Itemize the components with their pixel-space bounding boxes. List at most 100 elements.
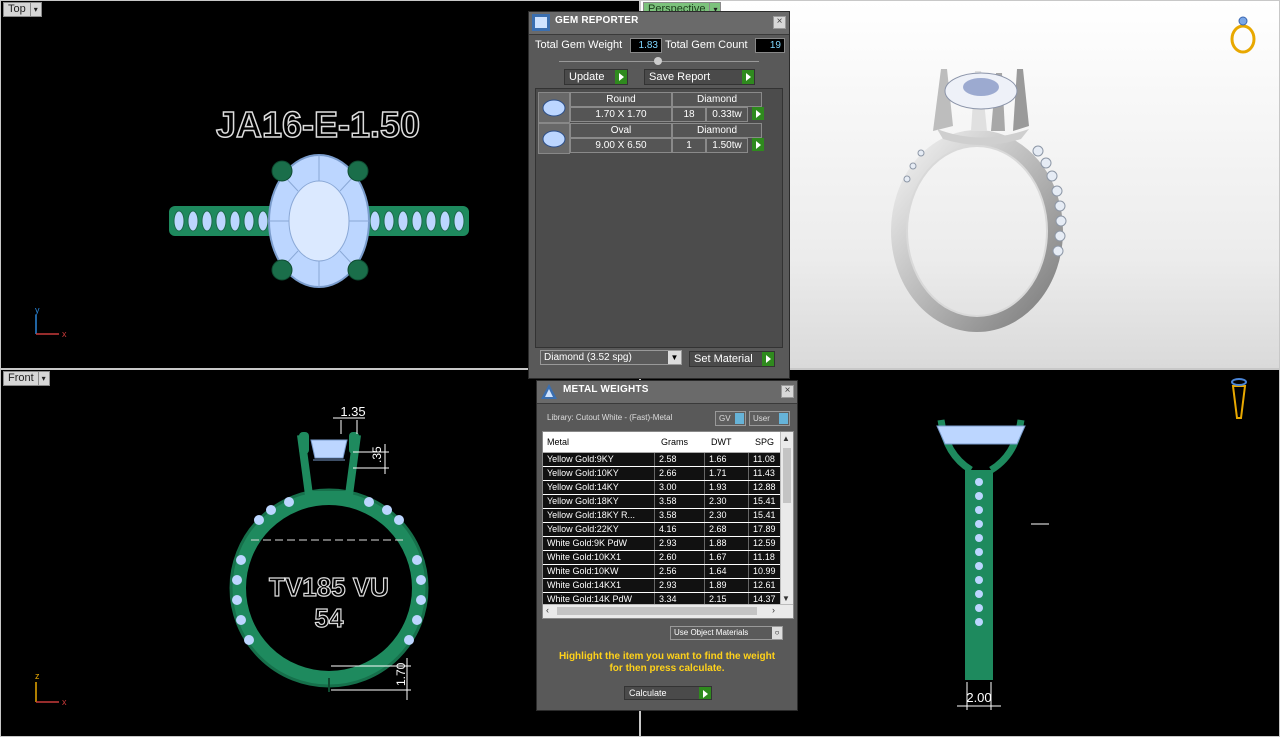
gem-reporter-panel[interactable]: GEM REPORTER × Total Gem Weight 1.83 Tot… <box>528 11 790 379</box>
scroll-right-icon[interactable]: › <box>772 605 775 615</box>
table-row[interactable]: Yellow Gold:18KY R... 3.58 2.30 15.41 <box>543 509 789 522</box>
column-header-grams[interactable]: Grams <box>661 432 688 452</box>
axis-y-label: y <box>35 305 40 315</box>
splitter-handle[interactable] <box>654 57 662 65</box>
close-icon[interactable]: × <box>781 385 794 398</box>
metal-weights-titlebar[interactable]: METAL WEIGHTS × <box>537 381 797 404</box>
play-icon <box>699 687 711 699</box>
metal-table-header: Metal Grams DWT SPG <box>543 432 781 453</box>
table-row[interactable]: Yellow Gold:9KY 2.58 1.66 11.08 <box>543 453 789 466</box>
table-row[interactable]: White Gold:10KW 2.56 1.64 10.99 <box>543 565 789 578</box>
metal-name: Yellow Gold:10KY <box>543 467 655 480</box>
metal-name: White Gold:10KW <box>543 565 655 578</box>
user-toggle-label: User <box>753 414 770 423</box>
chevron-down-icon[interactable]: ▼ <box>668 351 681 364</box>
play-icon[interactable] <box>752 138 764 151</box>
gem-material: Diamond <box>672 123 762 138</box>
dim-bottom-label: 1.70 <box>394 662 408 686</box>
update-label: Update <box>569 71 605 83</box>
metal-table[interactable]: Metal Grams DWT SPG Yellow Gold:9KY 2.58 1… <box>542 431 794 619</box>
metal-dwt: 1.66 <box>705 453 749 466</box>
gem-shape: Round <box>570 92 672 107</box>
ring-icon[interactable] <box>1230 16 1256 54</box>
table-row[interactable]: White Gold:14KX1 2.93 1.89 12.61 <box>543 579 789 592</box>
metal-grams: 2.93 <box>655 537 705 550</box>
column-header-dwt[interactable]: DWT <box>711 432 732 452</box>
pendant-icon[interactable] <box>1231 378 1247 419</box>
metal-dwt: 1.64 <box>705 565 749 578</box>
gem-reporter-logo-icon <box>532 14 550 31</box>
metal-name: White Gold:9K PdW <box>543 537 655 550</box>
scroll-left-icon[interactable]: ‹ <box>546 605 549 615</box>
scroll-down-icon[interactable]: ▼ <box>782 594 790 603</box>
hscrollbar-thumb[interactable] <box>557 607 757 615</box>
metal-dwt: 1.89 <box>705 579 749 592</box>
metal-grams: 2.56 <box>655 565 705 578</box>
total-gem-count-label: Total Gem Count <box>665 39 748 51</box>
gear-icon: ○ <box>772 627 782 639</box>
gem-count: 1 <box>672 138 706 153</box>
scrollbar-thumb[interactable] <box>783 448 791 503</box>
metal-name: Yellow Gold:18KY <box>543 495 655 508</box>
metal-grams: 2.58 <box>655 453 705 466</box>
oval-gem-icon <box>538 123 570 154</box>
round-gem-icon <box>538 92 570 123</box>
table-row[interactable]: White Gold:9K PdW 2.93 1.88 12.59 <box>543 537 789 550</box>
set-material-button[interactable]: Set Material <box>689 351 775 367</box>
table-row[interactable]: White Gold:10KX1 2.60 1.67 11.18 <box>543 551 789 564</box>
metal-grams: 3.58 <box>655 509 705 522</box>
use-object-materials-toggle[interactable]: Use Object Materials ○ <box>670 626 783 640</box>
gem-shape: Oval <box>570 123 672 138</box>
metal-weights-logo-icon <box>541 384 557 399</box>
table-row[interactable]: Yellow Gold:18KY 3.58 2.30 15.41 <box>543 495 789 508</box>
gv-toggle[interactable]: GV <box>715 411 746 426</box>
column-header-spg[interactable]: SPG <box>755 432 774 452</box>
hint-line-1: Highlight the item you want to find the … <box>558 651 776 662</box>
table-row[interactable]: Yellow Gold:22KY 4.16 2.68 17.89 <box>543 523 789 536</box>
vertical-scrollbar[interactable]: ▲ ▼ <box>780 432 793 604</box>
calculate-button[interactable]: Calculate <box>624 686 712 700</box>
gem-row[interactable]: Oval Diamond 9.00 X 6.50 1 1.50tw <box>538 123 764 154</box>
axis-z-label: z <box>35 671 40 681</box>
toggle-indicator <box>779 413 788 424</box>
axis-x-label: x <box>62 329 67 339</box>
metal-dwt: 2.30 <box>705 509 749 522</box>
user-toggle[interactable]: User <box>749 411 790 426</box>
metal-name: Yellow Gold:9KY <box>543 453 655 466</box>
gem-list[interactable]: Round Diamond 1.70 X 1.70 18 0.33tw Oval… <box>535 88 783 348</box>
total-gem-weight-label: Total Gem Weight <box>535 39 623 51</box>
front-engraving-line2: 54 <box>315 603 344 633</box>
close-icon[interactable]: × <box>773 16 786 29</box>
total-gem-weight-value: 1.83 <box>630 38 662 53</box>
column-header-metal[interactable]: Metal <box>547 432 569 452</box>
gem-reporter-titlebar[interactable]: GEM REPORTER × <box>529 12 789 35</box>
gem-material: Diamond <box>672 92 762 107</box>
save-report-button[interactable]: Save Report <box>644 69 755 85</box>
play-icon <box>615 70 627 84</box>
gem-weight: 0.33tw <box>706 107 748 122</box>
play-icon <box>742 70 754 84</box>
metal-dwt: 1.71 <box>705 467 749 480</box>
total-gem-count-value: 19 <box>755 38 785 53</box>
update-button[interactable]: Update <box>564 69 628 85</box>
material-select[interactable]: Diamond (3.52 spg) ▼ <box>540 350 682 365</box>
metal-grams: 2.93 <box>655 579 705 592</box>
play-icon[interactable] <box>752 107 764 120</box>
save-report-label: Save Report <box>649 71 711 83</box>
horizontal-scrollbar[interactable]: ‹ › <box>543 604 793 618</box>
hint-line-2: for then press calculate. <box>609 663 725 674</box>
gem-row[interactable]: Round Diamond 1.70 X 1.70 18 0.33tw <box>538 92 764 123</box>
metal-weights-panel[interactable]: METAL WEIGHTS × Library: Cutout White - … <box>536 380 798 711</box>
calculate-label: Calculate <box>629 688 667 698</box>
gv-toggle-label: GV <box>719 414 731 423</box>
metal-grams: 3.58 <box>655 495 705 508</box>
toggle-indicator <box>735 413 744 424</box>
side-dim-label: 2.00 <box>966 690 991 705</box>
table-row[interactable]: Yellow Gold:14KY 3.00 1.93 12.88 <box>543 481 789 494</box>
ring-engraving-text: JA16-E-1.50 <box>216 104 420 145</box>
scroll-up-icon[interactable]: ▲ <box>782 434 790 443</box>
metal-dwt: 1.93 <box>705 481 749 494</box>
table-row[interactable]: Yellow Gold:10KY 2.66 1.71 11.43 <box>543 467 789 480</box>
metal-name: Yellow Gold:18KY R... <box>543 509 655 522</box>
gem-size: 1.70 X 1.70 <box>570 107 672 122</box>
